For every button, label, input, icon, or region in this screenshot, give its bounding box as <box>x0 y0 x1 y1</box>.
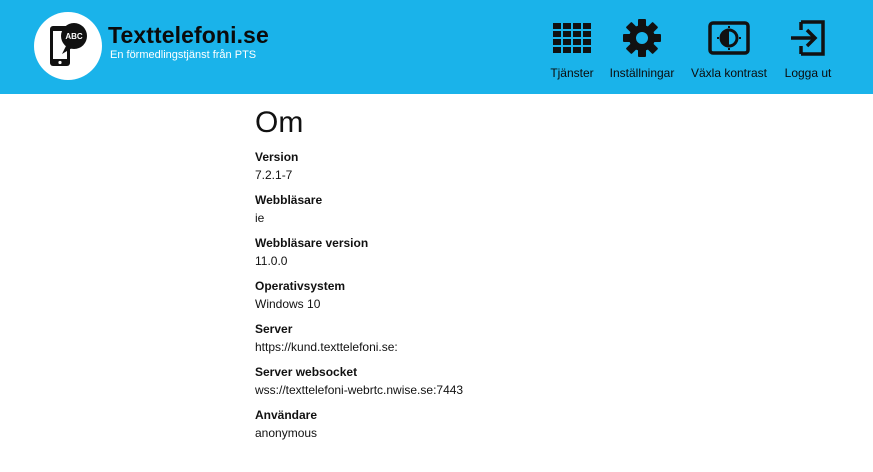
logout-icon <box>786 16 830 60</box>
gear-icon <box>620 16 664 60</box>
field-value: wss://texttelefoni-webrtc.nwise.se:7443 <box>255 383 464 397</box>
field-value: 7.2.1-7 <box>255 168 293 182</box>
page-title: Om <box>255 106 304 139</box>
settings-button[interactable]: Inställningar <box>606 10 678 84</box>
field-label: Server <box>255 322 293 336</box>
settings-label: Inställningar <box>609 66 675 80</box>
field-label: Webbläsare version <box>255 236 369 250</box>
about-panel: Om Version 7.2.1-7 Webbläsare ie Webbläs… <box>255 105 815 450</box>
browser-field: Webbläsare ie <box>255 192 815 226</box>
logout-button[interactable]: Logga ut <box>780 10 836 84</box>
svg-text:ABC: ABC <box>65 32 83 41</box>
server-websocket-field: Server websocket wss://texttelefoni-webr… <box>255 364 815 398</box>
field-value: anonymous <box>255 426 318 440</box>
toggle-contrast-button[interactable]: Växla kontrast <box>688 10 770 84</box>
field-label: Användare <box>255 408 318 422</box>
field-value: 11.0.0 <box>255 254 288 268</box>
field-value: Windows 10 <box>255 297 321 311</box>
contrast-icon <box>707 16 751 60</box>
top-bar: ABC Texttelefoni.se En förmedlingstjänst… <box>0 0 873 94</box>
browser-version-field: Webbläsare version 11.0.0 <box>255 235 815 269</box>
services-button[interactable]: Tjänster <box>545 10 599 84</box>
field-label: Webbläsare <box>255 193 323 207</box>
version-field: Version 7.2.1-7 <box>255 149 815 183</box>
logo[interactable]: ABC <box>34 12 102 80</box>
logout-label: Logga ut <box>784 66 832 80</box>
toggle-contrast-label: Växla kontrast <box>690 66 768 80</box>
field-value: ie <box>255 211 265 225</box>
user-field: Användare anonymous <box>255 407 815 441</box>
brand-title: Texttelefoni.se <box>108 22 269 48</box>
os-field: Operativsystem Windows 10 <box>255 278 815 312</box>
grid-icon <box>550 16 594 60</box>
field-label: Version <box>255 150 299 164</box>
field-label: Server websocket <box>255 365 358 379</box>
services-label: Tjänster <box>550 66 594 80</box>
phone-speech-icon: ABC <box>50 23 87 66</box>
server-field: Server https://kund.texttelefoni.se: <box>255 321 815 355</box>
brand-subtitle: En förmedlingstjänst från PTS <box>110 49 257 61</box>
field-value: https://kund.texttelefoni.se: <box>255 340 398 354</box>
field-label: Operativsystem <box>255 279 346 293</box>
